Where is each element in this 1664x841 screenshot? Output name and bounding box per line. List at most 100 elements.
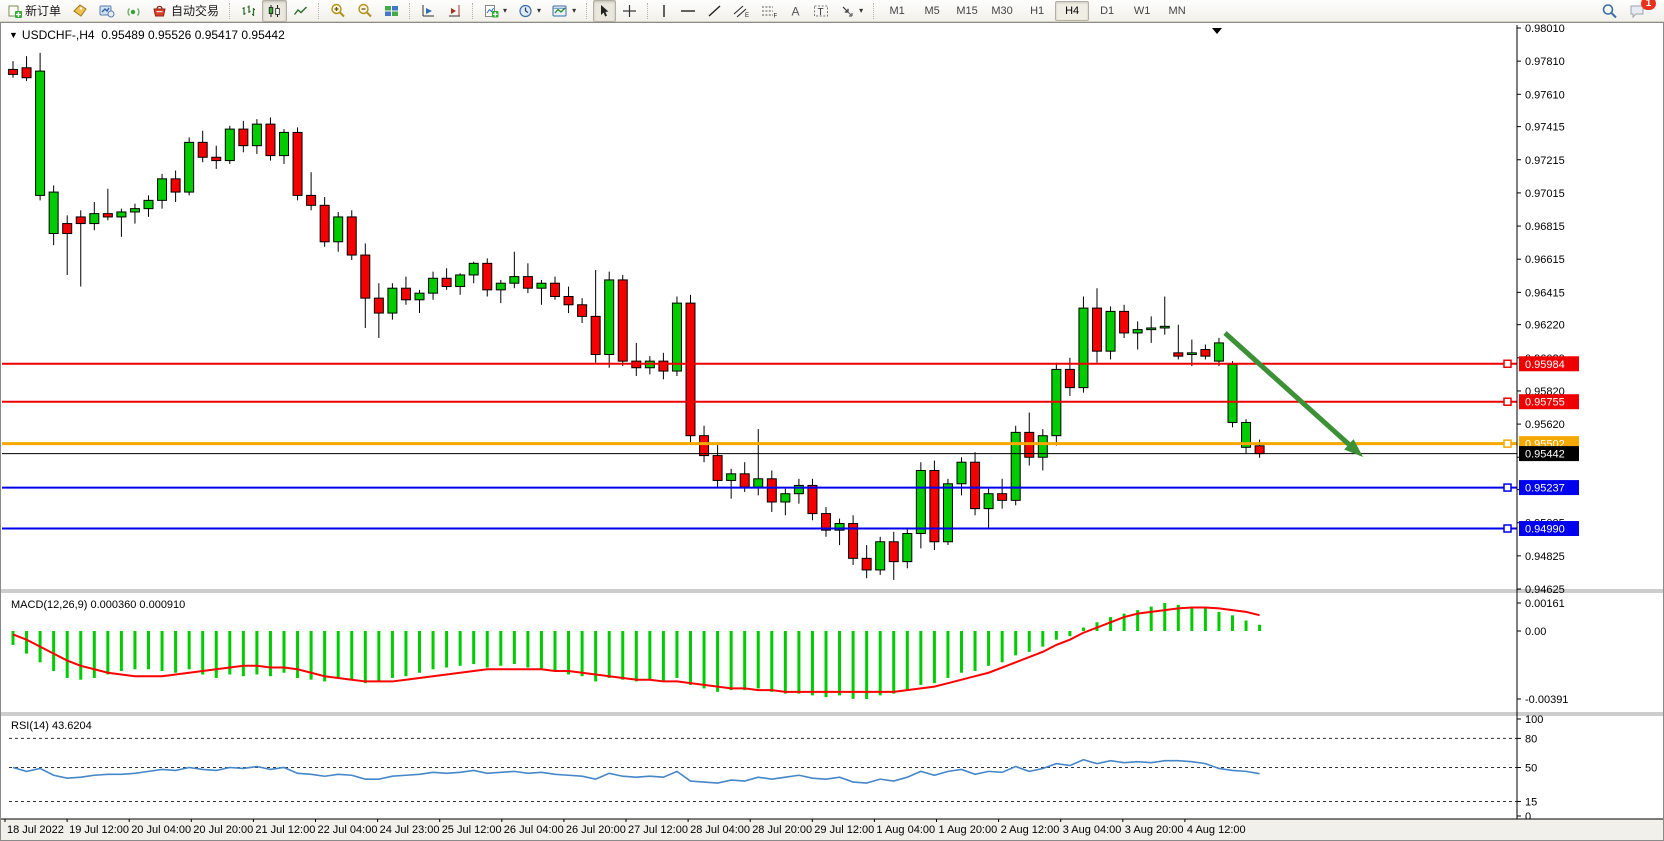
timeframe-M30[interactable]: M30 [985,1,1019,21]
text-label-tool-button[interactable]: T [808,0,834,22]
price-tick-label: 0.97015 [1525,188,1565,200]
auto-scroll-button[interactable] [416,0,441,22]
auto-trading-icon [152,4,168,18]
hline-endpoint-marker[interactable] [1504,360,1511,367]
toolbar-separator [409,3,411,19]
fibonacci-tool-button[interactable]: F [756,0,783,22]
trendline-icon [707,4,722,18]
candle-body-up [672,303,681,371]
arrows-tool-button[interactable]: ▾ [835,0,868,22]
timeframe-group: M1M5M15M30H1H4D1W1MN [880,1,1194,21]
time-tick-label: 1 Aug 04:00 [876,824,935,836]
hline-endpoint-marker[interactable] [1504,440,1511,447]
timeframe-M15[interactable]: M15 [950,1,984,21]
signals-button[interactable] [121,0,146,22]
text-icon: A [789,4,802,18]
arrows-icon [840,4,855,18]
notifications-button[interactable]: 1 [1624,0,1651,22]
chart-title: ▼USDCHF-,H4 0.95489 0.95526 0.95417 0.95… [9,28,285,42]
indicators-button[interactable]: ▾ [479,0,512,22]
time-tick-label: 27 Jul 12:00 [628,824,688,836]
candle [943,479,952,545]
candle-body-down [483,263,492,290]
line-chart-mode-button[interactable] [288,0,313,22]
periods-button[interactable]: ▾ [513,0,546,22]
candle [808,479,817,520]
candle-body-down [293,132,302,195]
chart-title-collapse-icon[interactable]: ▼ [9,30,18,40]
candle-body-down [76,217,85,224]
price-tick-label: 0.97215 [1525,155,1565,167]
chart-shift-button[interactable] [442,0,467,22]
price-tick-label: 0.94825 [1525,551,1565,563]
candle [1106,306,1115,359]
auto-trading-button[interactable]: 自动交易 [147,0,224,22]
candle-body-down [347,217,356,255]
candle-body-up [1214,343,1223,361]
price-tick-label: 0.96615 [1525,254,1565,266]
candle [225,126,234,164]
candle-body-down [1174,353,1183,356]
equidistant-channel-tool-button[interactable]: E [728,0,755,22]
timeframe-M1[interactable]: M1 [880,1,914,21]
horizontal-line-tool-button[interactable] [675,0,701,22]
candle-body-down [361,255,370,298]
timeframe-H4[interactable]: H4 [1055,1,1089,21]
price-tick-label: 0.96220 [1525,320,1565,332]
timeframe-W1[interactable]: W1 [1125,1,1159,21]
main-toolbar: 新订单 自动交易 ▾ ▾ [0,0,1664,22]
search-button[interactable] [1596,0,1623,22]
hline-price-box: 0.95755 [1519,394,1579,409]
templates-button[interactable]: ▾ [547,0,581,22]
chart-canvas[interactable]: 0.980100.978100.976100.974150.972150.970… [1,23,1663,840]
timeframe-M5[interactable]: M5 [915,1,949,21]
candle-body-up [496,283,505,290]
price-tick-label: 0.95620 [1525,419,1565,431]
price-quotes-button[interactable] [67,0,93,22]
timeframe-D1[interactable]: D1 [1090,1,1124,21]
timeframe-MN[interactable]: MN [1160,1,1194,21]
crosshair-tool-button[interactable] [617,0,642,22]
price-tick-label: 0.97610 [1525,89,1565,101]
time-tick-label: 20 Jul 04:00 [131,824,191,836]
candle-body-up [280,132,289,155]
new-order-label: 新订单 [25,2,61,19]
new-order-button[interactable]: 新订单 [3,0,66,22]
hline-endpoint-marker[interactable] [1504,398,1511,405]
zoom-in-button[interactable] [325,0,351,22]
hline-endpoint-marker[interactable] [1504,484,1511,491]
hline-price-box-label: 0.95442 [1525,449,1565,461]
time-tick-label: 1 Aug 20:00 [939,824,998,836]
dropdown-caret: ▾ [859,6,863,15]
time-axis[interactable]: 18 Jul 202219 Jul 12:0020 Jul 04:0020 Ju… [1,819,1663,840]
trendline-tool-button[interactable] [702,0,727,22]
candle-body-up [185,142,194,192]
candle [971,452,980,515]
candle-body-down [686,303,695,436]
tile-windows-button[interactable] [379,0,404,22]
toolbar-separator [647,3,649,19]
time-tick-label: 20 Jul 20:00 [193,824,253,836]
macd-tick-label: 0.00 [1525,626,1546,638]
tile-windows-icon [384,4,399,18]
text-tool-button[interactable]: A [784,0,807,22]
macd-tick-label: -0.00391 [1525,694,1568,706]
candle-body-down [1201,350,1210,357]
time-tick-label: 26 Jul 04:00 [504,824,564,836]
candle-body-up [456,275,465,287]
market-watch-button[interactable] [94,0,120,22]
candle-body-down [551,283,560,296]
zoom-out-button[interactable] [352,0,378,22]
candle-body-down [971,462,980,508]
vertical-line-tool-button[interactable] [654,0,674,22]
cursor-tool-button[interactable] [593,0,616,22]
price-tick-label: 0.97415 [1525,122,1565,134]
candle-body-down [103,214,112,217]
candle [1052,363,1061,446]
hline-endpoint-marker[interactable] [1504,525,1511,532]
hline-price-box: 0.95442 [1519,446,1579,461]
timeframe-H1[interactable]: H1 [1020,1,1054,21]
candle-body-up [117,212,126,217]
bar-chart-mode-button[interactable] [236,0,261,22]
candlestick-mode-button[interactable] [262,0,287,22]
